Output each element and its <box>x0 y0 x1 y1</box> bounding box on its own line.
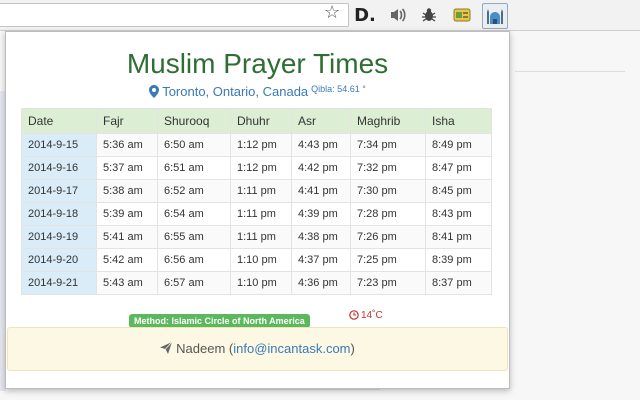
time-cell: 5:38 am <box>96 179 158 203</box>
column-header: Isha <box>425 108 492 134</box>
date-cell: 2014-9-19 <box>21 225 97 249</box>
time-cell: 4:39 pm <box>291 202 351 226</box>
time-cell: 7:28 pm <box>350 202 426 226</box>
location-pin-icon <box>149 85 160 101</box>
table-row: 2014-9-15 5:36 am 6:50 am 1:12 pm 4:43 p… <box>21 133 492 157</box>
bug-icon[interactable] <box>419 5 439 25</box>
prayer-times-table: Date Fajr Shurooq Dhuhr Asr Maghrib Isha… <box>21 108 492 295</box>
time-cell: 5:41 am <box>96 225 158 249</box>
time-cell: 6:50 am <box>157 133 231 157</box>
column-header: Asr <box>291 108 351 134</box>
date-cell: 2014-9-18 <box>21 202 97 226</box>
time-cell: 4:42 pm <box>291 156 351 180</box>
date-cell: 2014-9-21 <box>21 271 97 295</box>
sound-icon[interactable] <box>388 5 408 25</box>
table-row: 2014-9-18 5:39 am 6:54 am 1:11 pm 4:39 p… <box>21 202 492 226</box>
popup-title: Muslim Prayer Times <box>126 48 389 79</box>
date-cell: 2014-9-15 <box>21 133 97 157</box>
time-cell: 4:43 pm <box>291 133 351 157</box>
time-cell: 1:11 pm <box>230 202 292 226</box>
time-cell: 5:37 am <box>96 156 158 180</box>
time-cell: 8:47 pm <box>425 156 492 180</box>
time-cell: 6:52 am <box>157 179 231 203</box>
table-row: 2014-9-19 5:41 am 6:55 am 1:11 pm 4:38 p… <box>21 225 492 249</box>
d-extension-icon[interactable]: D. <box>354 5 376 26</box>
time-cell: 4:38 pm <box>291 225 351 249</box>
address-bar[interactable] <box>0 3 349 27</box>
time-cell: 6:55 am <box>157 225 231 249</box>
time-cell: 1:10 pm <box>230 271 292 295</box>
paper-plane-icon <box>160 329 173 371</box>
time-cell: 8:41 pm <box>425 225 492 249</box>
time-cell: 4:41 pm <box>291 179 351 203</box>
time-cell: 8:45 pm <box>425 179 492 203</box>
time-cell: 5:39 am <box>96 202 158 226</box>
location-row: Toronto, Ontario, Canada Qibla: 54.61 ° <box>6 84 509 101</box>
table-row: 2014-9-20 5:42 am 6:56 am 1:10 pm 4:37 p… <box>21 248 492 272</box>
column-header: Maghrib <box>350 108 426 134</box>
background-divider <box>240 389 380 390</box>
prayer-times-popup: Muslim Prayer Times Toronto, Ontario, Ca… <box>5 31 510 389</box>
time-cell: 8:49 pm <box>425 133 492 157</box>
time-cell: 6:57 am <box>157 271 231 295</box>
time-cell: 6:51 am <box>157 156 231 180</box>
clock-icon <box>349 310 359 320</box>
time-cell: 4:37 pm <box>291 248 351 272</box>
temperature: 14˚C <box>349 310 383 321</box>
location-link[interactable]: Toronto, Ontario, Canada <box>162 84 308 99</box>
table-row: 2014-9-17 5:38 am 6:52 am 1:11 pm 4:41 p… <box>21 179 492 203</box>
browser-toolbar: ☆ D. <box>0 0 640 31</box>
time-cell: 6:56 am <box>157 248 231 272</box>
time-cell: 7:34 pm <box>350 133 426 157</box>
time-cell: 8:39 pm <box>425 248 492 272</box>
background-divider <box>515 71 625 72</box>
time-cell: 7:25 pm <box>350 248 426 272</box>
column-header: Fajr <box>96 108 158 134</box>
table-row: 2014-9-21 5:43 am 6:57 am 1:10 pm 4:36 p… <box>21 271 492 295</box>
author-footer: Nadeem (info@incantask.com) <box>7 327 508 371</box>
time-cell: 4:36 pm <box>291 271 351 295</box>
author-email-link[interactable]: info@incantask.com <box>233 341 350 356</box>
mosque-icon[interactable] <box>482 3 508 29</box>
star-icon[interactable]: ☆ <box>324 2 340 22</box>
time-cell: 1:11 pm <box>230 179 292 203</box>
author-name: Nadeem <box>176 341 226 356</box>
table-header-row: Date Fajr Shurooq Dhuhr Asr Maghrib Isha <box>21 108 492 134</box>
card-icon[interactable] <box>452 5 472 25</box>
calculation-method-badge: Method: Islamic Circle of North America <box>129 314 310 328</box>
column-header: Date <box>21 108 97 134</box>
date-cell: 2014-9-17 <box>21 179 97 203</box>
time-cell: 7:26 pm <box>350 225 426 249</box>
time-cell: 1:11 pm <box>230 225 292 249</box>
table-row: 2014-9-16 5:37 am 6:51 am 1:12 pm 4:42 p… <box>21 156 492 180</box>
time-cell: 7:30 pm <box>350 179 426 203</box>
time-cell: 1:12 pm <box>230 156 292 180</box>
column-header: Dhuhr <box>230 108 292 134</box>
qibla-direction: Qibla: 54.61 ° <box>311 84 366 94</box>
time-cell: 8:37 pm <box>425 271 492 295</box>
time-cell: 1:12 pm <box>230 133 292 157</box>
date-cell: 2014-9-16 <box>21 156 97 180</box>
date-cell: 2014-9-20 <box>21 248 97 272</box>
time-cell: 5:43 am <box>96 271 158 295</box>
time-cell: 5:36 am <box>96 133 158 157</box>
time-cell: 7:32 pm <box>350 156 426 180</box>
temperature-value: 14˚C <box>361 310 383 321</box>
time-cell: 6:54 am <box>157 202 231 226</box>
time-cell: 7:23 pm <box>350 271 426 295</box>
time-cell: 5:42 am <box>96 248 158 272</box>
column-header: Shurooq <box>157 108 231 134</box>
time-cell: 8:43 pm <box>425 202 492 226</box>
time-cell: 1:10 pm <box>230 248 292 272</box>
